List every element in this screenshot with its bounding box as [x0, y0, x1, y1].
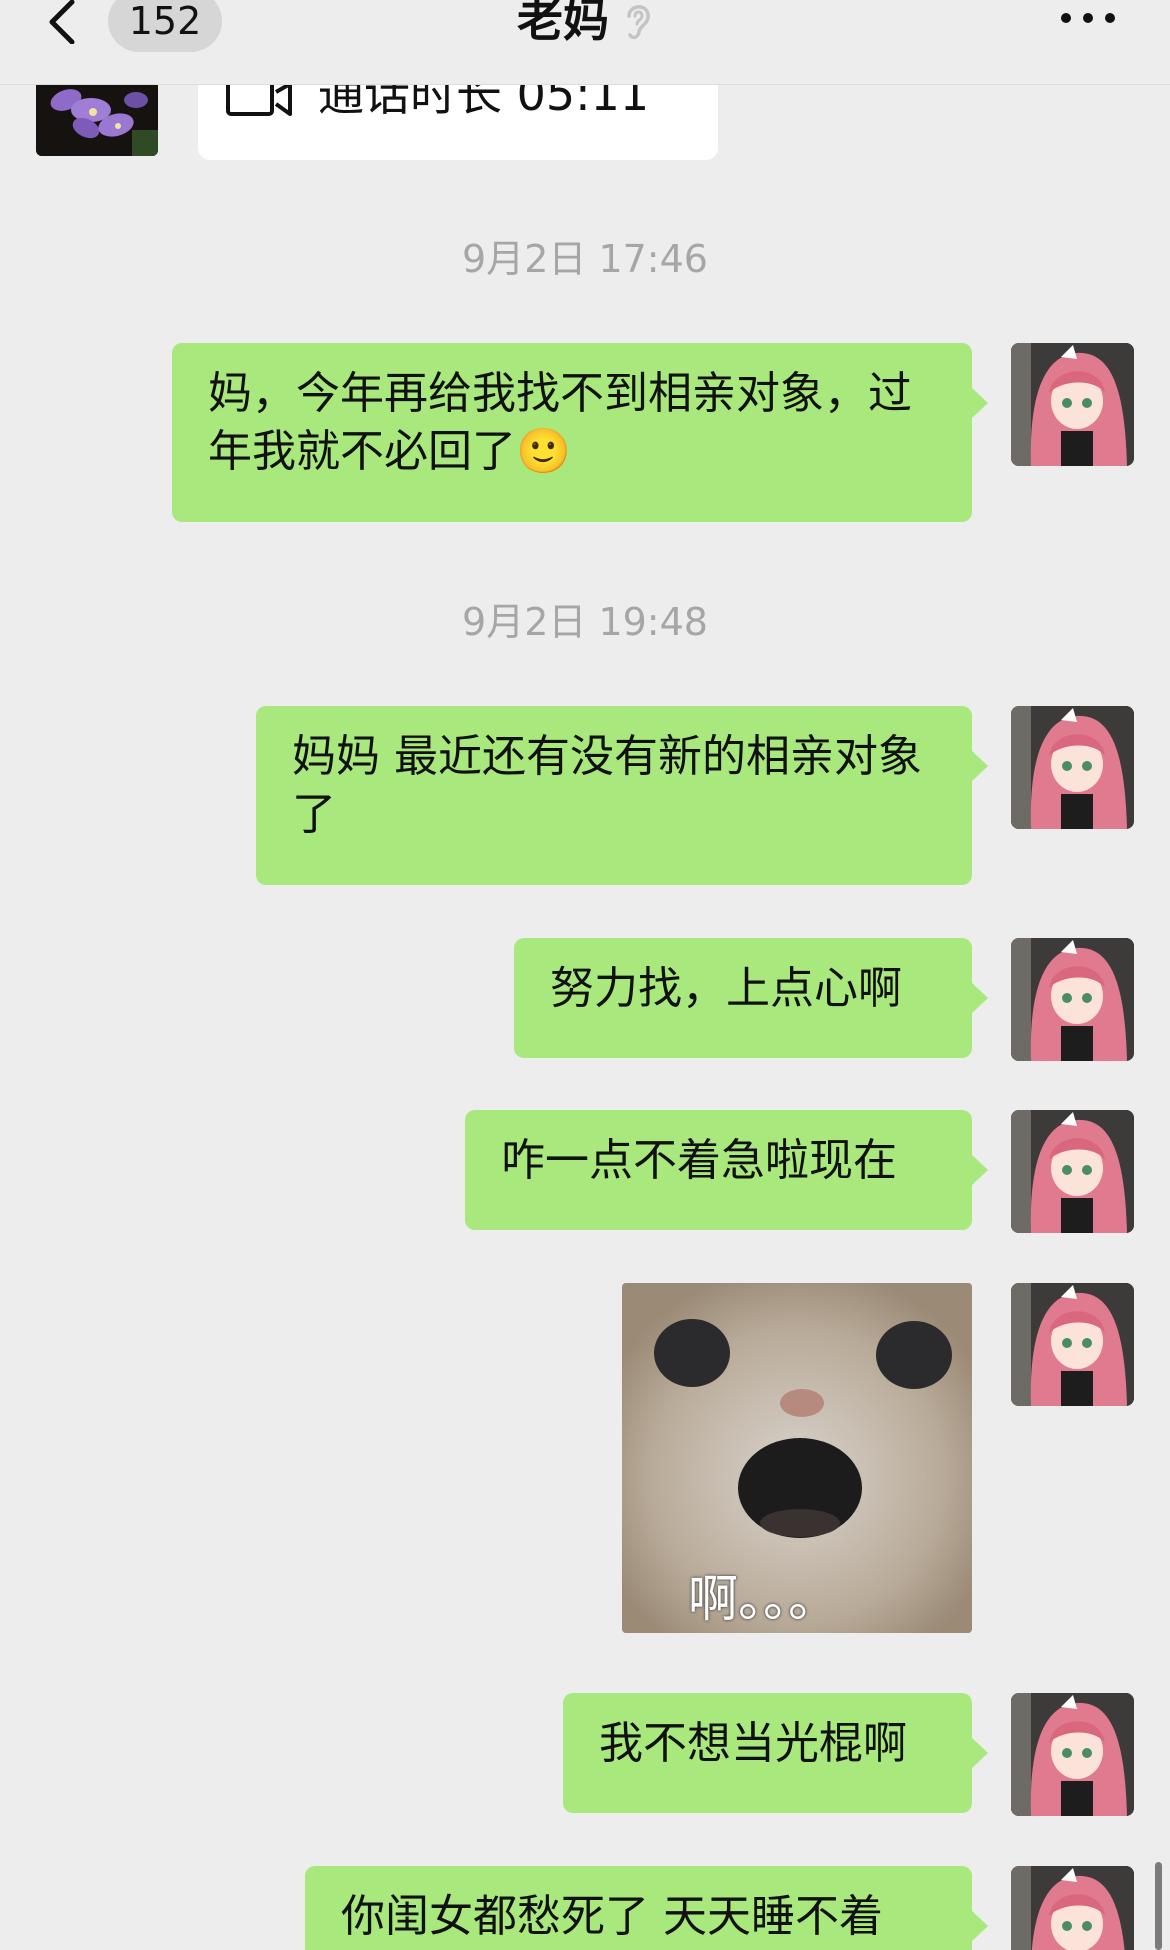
title-group: 老妈 [0, 0, 1170, 48]
my-avatar[interactable] [1011, 1283, 1134, 1406]
outgoing-message[interactable]: 你闺女都愁死了 天天睡不着 [305, 1866, 988, 1950]
ear-icon [627, 5, 650, 40]
my-avatar[interactable] [1011, 1693, 1134, 1816]
my-avatar[interactable] [1011, 706, 1134, 829]
my-avatar[interactable] [1011, 1866, 1134, 1950]
message-text: 妈，今年再给我找不到相亲对象，过年我就不必回了🙂 [208, 368, 912, 477]
timestamp: 9月2日 17:46 [462, 237, 708, 281]
outgoing-message[interactable]: 我不想当光棍啊 [563, 1693, 988, 1813]
message-text: 咋一点不着急啦现在 [501, 1135, 897, 1186]
chat-header: 152 老妈 [0, 0, 1170, 85]
sticker-caption: 啊。。。 [688, 1570, 838, 1628]
my-avatar[interactable] [1011, 938, 1134, 1061]
timestamp: 9月2日 19:48 [462, 600, 708, 644]
outgoing-message[interactable]: 妈妈 最近还有没有新的相亲对象了 [256, 706, 988, 885]
scrollbar[interactable] [1155, 1862, 1162, 1950]
outgoing-message[interactable]: 咋一点不着急啦现在 [465, 1110, 988, 1230]
my-avatar[interactable] [1011, 343, 1134, 466]
my-avatar[interactable] [1011, 1110, 1134, 1233]
chat-screen: 152 老妈 通话时长 05:11 9月2日 17:46 妈，今年再给我找不到相… [0, 0, 1170, 1950]
outgoing-message[interactable]: 努力找，上点心啊 [514, 938, 988, 1058]
video-camera-icon [226, 82, 292, 116]
chat-title: 老妈 [517, 0, 609, 47]
cat-sticker[interactable]: 啊。。。 [622, 1283, 972, 1633]
message-text: 妈妈 最近还有没有新的相亲对象了 [292, 731, 922, 840]
message-text: 努力找，上点心啊 [550, 963, 902, 1014]
outgoing-message[interactable]: 妈，今年再给我找不到相亲对象，过年我就不必回了🙂 [172, 343, 988, 522]
message-text: 我不想当光棍啊 [599, 1718, 907, 1769]
more-options-button[interactable] [1058, 0, 1118, 40]
message-text: 你闺女都愁死了 天天睡不着 [341, 1891, 883, 1942]
more-dots-icon [1061, 13, 1115, 23]
